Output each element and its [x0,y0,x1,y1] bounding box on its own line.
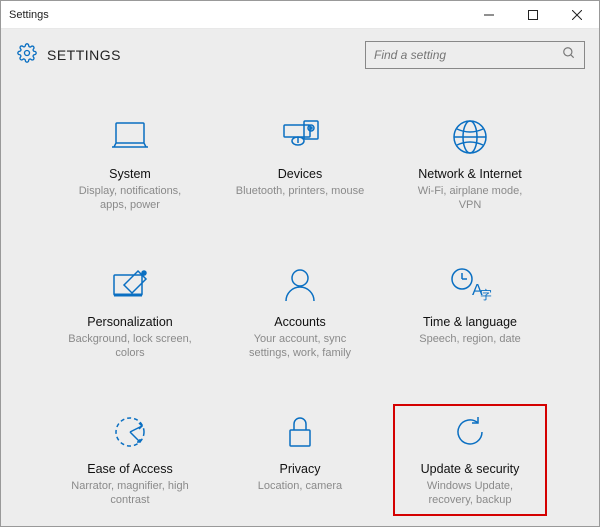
header: SETTINGS [15,29,585,81]
tile-subtitle: Bluetooth, printers, mouse [236,184,364,198]
tile-title: Ease of Access [87,462,172,476]
laptop-icon [108,117,152,157]
tiles-grid: System Display, notifications, apps, pow… [15,81,585,524]
tile-subtitle: Background, lock screen, colors [65,332,195,361]
window-title: Settings [1,9,467,21]
update-icon [450,412,490,452]
tile-subtitle: Wi-Fi, airplane mode, VPN [405,184,535,213]
tile-title: Devices [278,167,322,181]
time-language-icon: A字 [448,265,492,305]
tile-title: Time & language [423,315,517,329]
person-icon [280,265,320,305]
tile-subtitle: Windows Update, recovery, backup [405,479,535,508]
paint-icon [108,265,152,305]
tile-title: System [109,167,151,181]
tile-title: Personalization [87,315,172,329]
lock-icon [282,412,318,452]
maximize-button[interactable] [511,1,555,28]
tile-personalization[interactable]: Personalization Background, lock screen,… [55,259,205,367]
search-box[interactable] [365,41,585,69]
tile-title: Privacy [280,462,321,476]
page-title: SETTINGS [47,47,365,63]
tile-system[interactable]: System Display, notifications, apps, pow… [55,111,205,219]
tile-privacy[interactable]: Privacy Location, camera [225,406,375,514]
tile-subtitle: Display, notifications, apps, power [65,184,195,213]
titlebar: Settings [1,1,599,29]
content-area: SETTINGS System Display, notifications, … [1,29,599,526]
tile-subtitle: Your account, sync settings, work, famil… [235,332,365,361]
globe-icon [450,117,490,157]
tile-title: Update & security [421,462,520,476]
tile-ease-of-access[interactable]: Ease of Access Narrator, magnifier, high… [55,406,205,514]
tile-title: Accounts [274,315,325,329]
search-input[interactable] [374,48,562,62]
tile-subtitle: Narrator, magnifier, high contrast [65,479,195,508]
tile-update-security[interactable]: Update & security Windows Update, recove… [395,406,545,514]
tile-time-language[interactable]: A字 Time & language Speech, region, date [395,259,545,367]
tile-devices[interactable]: Devices Bluetooth, printers, mouse [225,111,375,219]
close-button[interactable] [555,1,599,28]
ease-of-access-icon [110,412,150,452]
tile-subtitle: Speech, region, date [419,332,521,346]
tile-title: Network & Internet [418,167,522,181]
tile-accounts[interactable]: Accounts Your account, sync settings, wo… [225,259,375,367]
svg-text:字: 字 [480,287,492,302]
tile-network[interactable]: Network & Internet Wi-Fi, airplane mode,… [395,111,545,219]
window-controls [467,1,599,28]
search-icon [562,46,576,65]
tile-subtitle: Location, camera [258,479,342,493]
minimize-button[interactable] [467,1,511,28]
devices-icon [278,117,322,157]
gear-icon [17,43,37,68]
